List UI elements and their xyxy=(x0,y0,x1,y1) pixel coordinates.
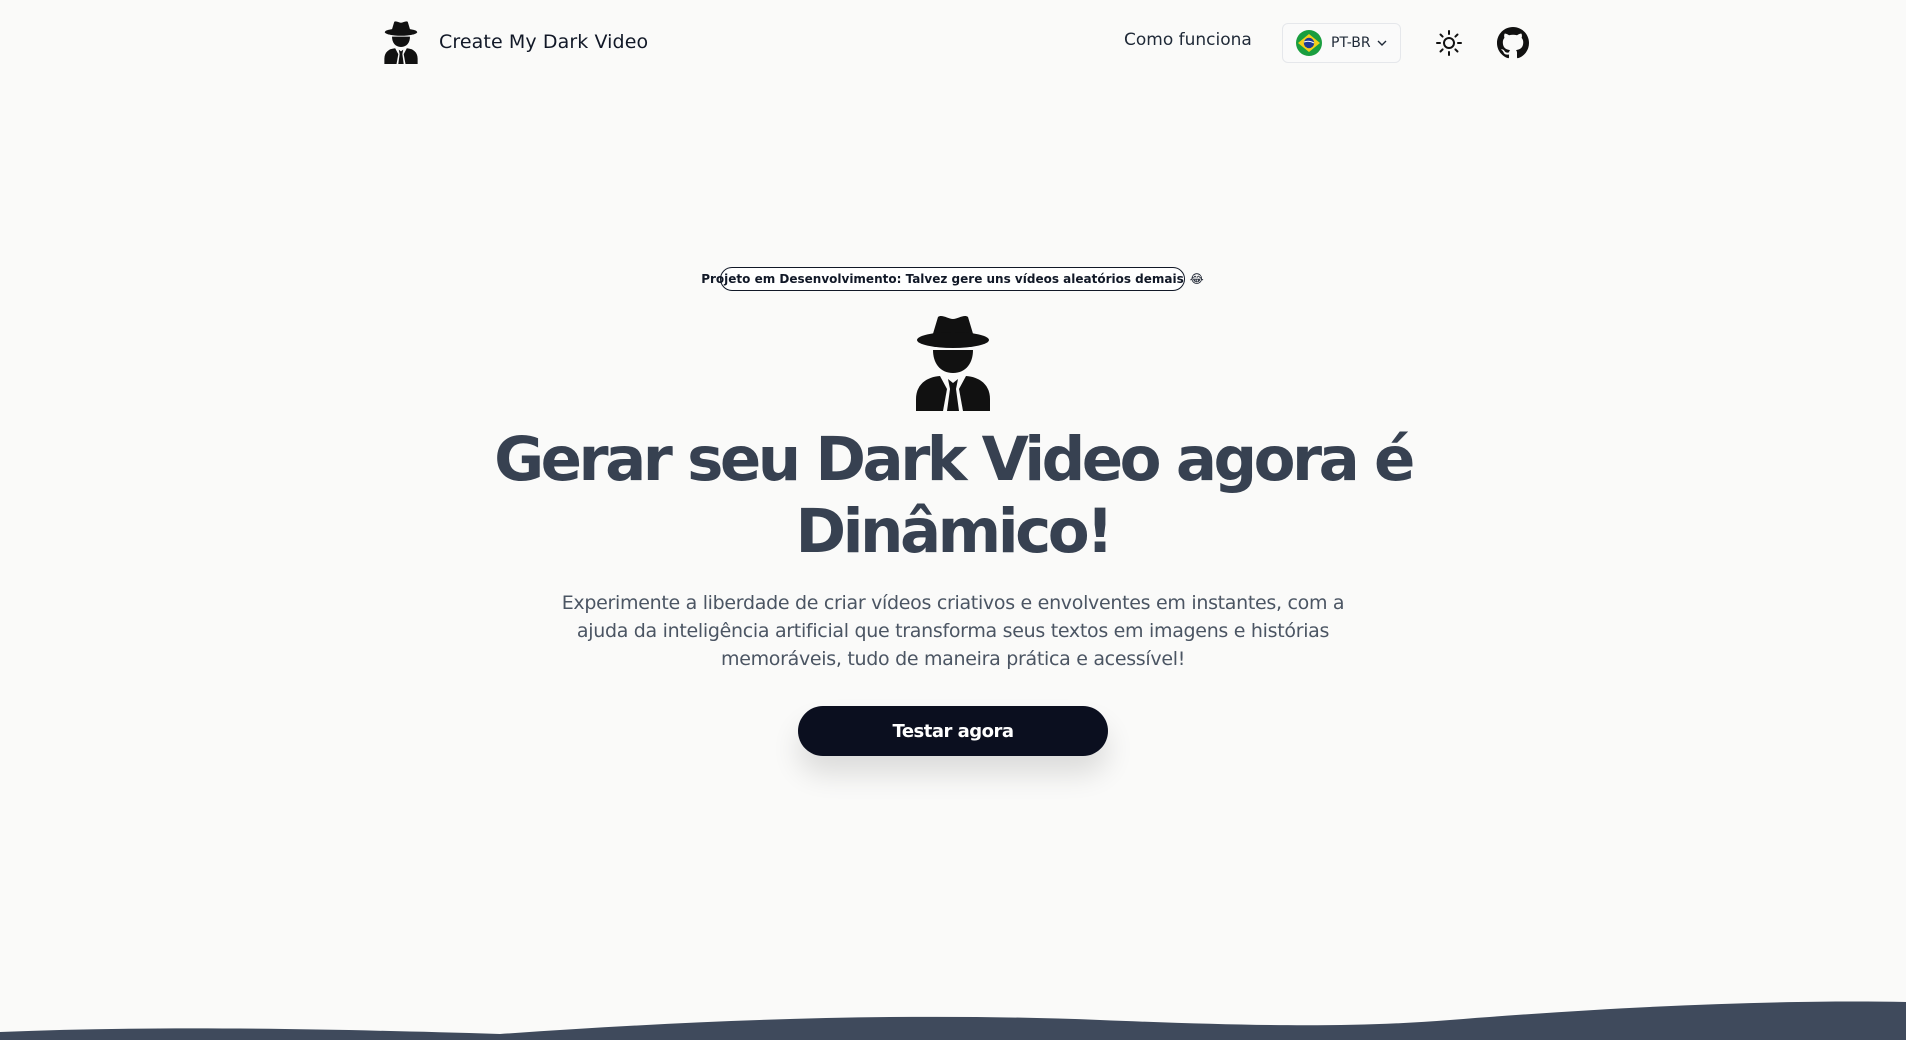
brand-name: Create My Dark Video xyxy=(439,31,649,53)
github-link[interactable] xyxy=(1496,26,1530,60)
spy-icon xyxy=(384,21,418,64)
header: Create My Dark Video Como funciona PT-BR xyxy=(0,0,1906,86)
chevron-down-icon xyxy=(1377,40,1387,46)
language-label: PT-BR xyxy=(1331,35,1371,51)
hero-title: Gerar seu Dark Video agora é Dinâmico! xyxy=(494,424,1415,567)
brazil-flag-icon xyxy=(1296,30,1322,56)
spy-icon xyxy=(916,316,990,411)
nav-link-como-funciona[interactable]: Como funciona xyxy=(1124,30,1252,50)
theme-toggle-button[interactable] xyxy=(1432,26,1466,60)
brand-link[interactable]: Create My Dark Video xyxy=(381,20,648,64)
github-icon xyxy=(1497,27,1529,59)
laughing-emoji: 😂 xyxy=(1189,272,1204,286)
language-select[interactable]: PT-BR xyxy=(1282,23,1401,63)
test-now-button[interactable]: Testar agora xyxy=(798,706,1108,756)
hero-description: Experimente a liberdade de criar vídeos … xyxy=(561,592,1345,670)
sun-icon xyxy=(1436,30,1462,56)
bottom-wave xyxy=(0,1001,1906,1040)
dev-status-badge: Projeto em Desenvolvimento: Talvez gere … xyxy=(701,267,1204,291)
badge-text: Projeto em Desenvolvimento: Talvez gere … xyxy=(701,272,1184,286)
page: Create My Dark Video Como funciona PT-BR xyxy=(0,0,1906,1040)
